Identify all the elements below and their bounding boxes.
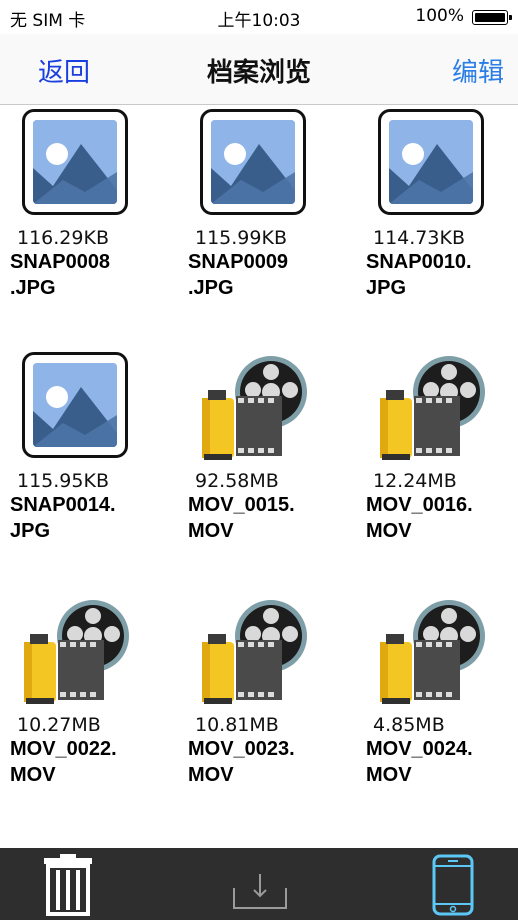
file-item[interactable]: 12.24MB MOV_0016. MOV <box>366 348 518 578</box>
file-size: 12.24MB <box>373 470 457 492</box>
image-file-icon <box>22 352 128 458</box>
trash-icon <box>44 854 92 916</box>
battery-percent: 100% <box>415 6 464 26</box>
edit-button[interactable]: 编辑 <box>452 52 504 89</box>
image-thumbnail <box>10 105 170 220</box>
file-name: MOV_0024. MOV <box>366 738 473 786</box>
delete-button[interactable] <box>38 854 98 916</box>
download-icon <box>233 874 287 909</box>
file-name: SNAP0010. JPG <box>366 251 472 299</box>
file-name: MOV_0015. MOV <box>188 494 295 542</box>
phone-icon <box>432 854 474 916</box>
device-button[interactable] <box>428 854 478 916</box>
video-thumbnail <box>188 348 348 463</box>
status-bar: 无 SIM 卡 上午10:03 100% <box>0 0 518 34</box>
file-size: 10.81MB <box>195 714 279 736</box>
file-size: 114.73KB <box>373 227 465 249</box>
page-title: 档案浏览 <box>206 58 311 88</box>
battery-icon <box>472 10 512 25</box>
download-button[interactable] <box>230 854 290 914</box>
file-item[interactable]: 114.73KB SNAP0010. JPG <box>366 105 518 335</box>
file-item[interactable]: 10.81MB MOV_0023. MOV <box>188 592 348 822</box>
file-name: SNAP0009 .JPG <box>188 251 289 299</box>
file-item[interactable]: 115.99KB SNAP0009 .JPG <box>188 105 348 335</box>
film-reel-icon <box>376 352 491 462</box>
file-name: SNAP0014. JPG <box>10 494 116 542</box>
file-size: 10.27MB <box>17 714 101 736</box>
file-item[interactable]: 116.29KB SNAP0008 .JPG <box>10 105 170 335</box>
video-thumbnail <box>366 592 518 707</box>
file-item[interactable]: 10.27MB MOV_0022. MOV <box>10 592 170 822</box>
image-thumbnail <box>188 105 348 220</box>
image-file-icon <box>22 109 128 215</box>
film-reel-icon <box>20 596 135 706</box>
video-thumbnail <box>188 592 348 707</box>
image-thumbnail <box>10 348 170 463</box>
film-reel-icon <box>198 596 313 706</box>
file-grid-scroll[interactable]: 116.29KB SNAP0008 .JPG 115.99KB SNAP0009 .… <box>0 105 518 848</box>
file-name: MOV_0023. MOV <box>188 738 295 786</box>
file-name: MOV_0022. MOV <box>10 738 117 786</box>
image-file-icon <box>200 109 306 215</box>
video-thumbnail <box>10 592 170 707</box>
video-thumbnail <box>366 348 518 463</box>
file-size: 116.29KB <box>17 227 109 249</box>
file-item[interactable]: 92.58MB MOV_0015. MOV <box>188 348 348 578</box>
film-reel-icon <box>198 352 313 462</box>
file-size: 4.85MB <box>373 714 445 736</box>
file-item[interactable]: 4.85MB MOV_0024. MOV <box>366 592 518 822</box>
file-name: SNAP0008 .JPG <box>10 251 111 299</box>
bottom-toolbar <box>0 848 518 920</box>
file-name: MOV_0016. MOV <box>366 494 473 542</box>
file-size: 115.99KB <box>195 227 287 249</box>
file-size: 92.58MB <box>195 470 279 492</box>
image-file-icon <box>378 109 484 215</box>
file-item[interactable]: 115.95KB SNAP0014. JPG <box>10 348 170 578</box>
navigation-bar: 返回 档案浏览 编辑 <box>0 34 518 105</box>
film-reel-icon <box>376 596 491 706</box>
image-thumbnail <box>366 105 518 220</box>
file-size: 115.95KB <box>17 470 109 492</box>
